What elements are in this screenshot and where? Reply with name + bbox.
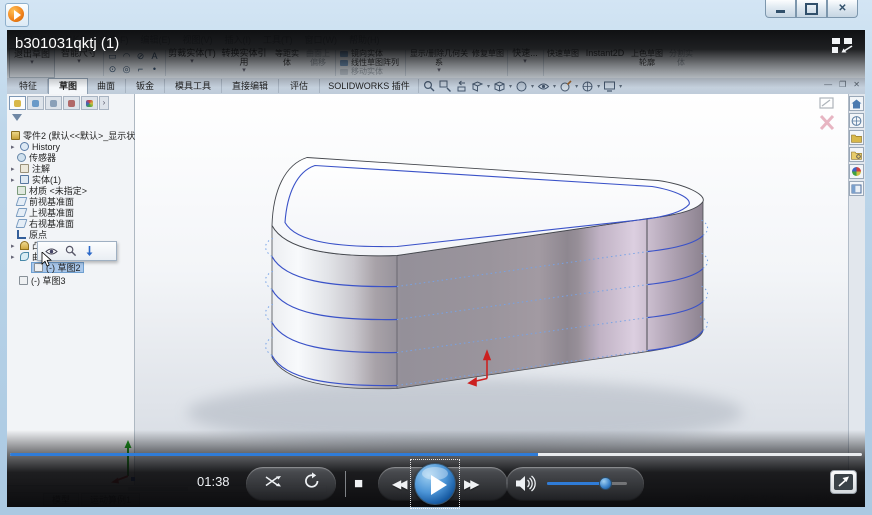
volume-fill: [547, 482, 605, 485]
close-icon: ✕: [838, 4, 846, 14]
chevron-right-icon: ›: [100, 97, 108, 109]
sensors-icon: [17, 153, 26, 162]
confirm-sketch-icon: [820, 98, 833, 108]
tree-item-sketch2[interactable]: (-) 草图2: [31, 262, 84, 273]
appearances-button[interactable]: [849, 164, 864, 179]
player-app-icon: [5, 3, 29, 27]
controls-divider: [345, 471, 346, 497]
design-library-button[interactable]: [849, 130, 864, 145]
tree-tabs-overflow[interactable]: ›: [99, 96, 109, 110]
featuremanager-tab[interactable]: [9, 96, 26, 110]
tree-root-part[interactable]: 零件2 (默认<<默认>_显示状: [11, 130, 135, 141]
curve-icon: [20, 252, 29, 261]
displaymanager-icon: [86, 100, 93, 107]
fullscreen-icon: [831, 471, 856, 493]
propertymanager-tab[interactable]: [27, 96, 44, 110]
volume-button[interactable]: [515, 474, 536, 493]
material-icon: [17, 186, 26, 195]
progress-fill: [10, 453, 538, 456]
tree-item-sketch3[interactable]: (-) 草图3: [19, 275, 66, 286]
expand-icon[interactable]: ▸: [11, 242, 17, 250]
main-area: › 零件2 (默认<<默认>_显示状 ▸ History 传感器 ▸: [7, 94, 865, 485]
boss-extrude-icon: [20, 241, 29, 250]
dimxpert-tab[interactable]: [63, 96, 80, 110]
dock-player-icon[interactable]: [831, 37, 855, 54]
mode-buttons-pill: [246, 467, 336, 501]
repeat-button[interactable]: [303, 472, 321, 490]
origin-icon: [17, 230, 26, 239]
close-button[interactable]: ✕: [827, 0, 858, 18]
play-badge-triangle-icon: [14, 10, 21, 20]
custom-properties-icon: [851, 184, 862, 194]
stop-button[interactable]: ■: [354, 475, 363, 492]
play-button-focus-ring: [410, 459, 460, 509]
home-tab-button[interactable]: [849, 96, 864, 111]
resources-globe-icon: [851, 116, 862, 126]
rewind-button[interactable]: ◀◀: [392, 477, 404, 491]
video-overlay-bottom: 01:38 ■ ◀◀ ▶▶: [7, 430, 865, 507]
appearances-icon: [852, 167, 861, 176]
dimxpert-icon: [68, 100, 75, 107]
minimize-icon: [776, 10, 785, 13]
custom-properties-button[interactable]: [849, 181, 864, 196]
graphics-viewport[interactable]: [135, 94, 848, 485]
volume-slider[interactable]: [547, 482, 627, 485]
history-icon: [20, 142, 29, 151]
cancel-sketch-icon: [821, 116, 833, 129]
solidworks-resources-button[interactable]: [849, 113, 864, 128]
window-controls: ✕: [765, 0, 858, 18]
home-icon: [851, 99, 862, 109]
displaymanager-tab[interactable]: [81, 96, 98, 110]
mouse-cursor-icon: [41, 252, 52, 267]
design-library-icon: [851, 133, 862, 143]
confirmation-corner[interactable]: [816, 96, 838, 132]
titlebar: ✕: [0, 0, 872, 30]
play-button[interactable]: [414, 463, 456, 505]
zoom-to-selection-icon[interactable]: [65, 245, 77, 257]
shuffle-button[interactable]: [265, 474, 282, 489]
propertymanager-icon: [32, 100, 39, 107]
fullscreen-button[interactable]: [830, 470, 857, 494]
plane-icon: [16, 219, 28, 228]
maximize-icon: [805, 3, 818, 15]
tree-tab-strip: ›: [9, 96, 109, 110]
model-canvas: [135, 94, 848, 485]
configurationmanager-tab[interactable]: [45, 96, 62, 110]
video-overlay-top: b301031qktj (1): [7, 30, 865, 94]
expand-icon[interactable]: ▸: [11, 253, 17, 261]
maximize-button[interactable]: [796, 0, 827, 18]
annotations-icon: [20, 164, 29, 173]
featuremanager-icon: [14, 100, 21, 107]
play-icon: [415, 464, 457, 506]
file-explorer-button[interactable]: [849, 147, 864, 162]
playback-time: 01:38: [197, 474, 230, 489]
part-icon: [11, 131, 20, 140]
configurationmanager-icon: [50, 100, 57, 107]
plane-icon: [16, 197, 28, 206]
minimize-button[interactable]: [765, 0, 796, 18]
plane-icon: [16, 208, 28, 217]
expand-icon[interactable]: ▸: [11, 143, 17, 151]
feature-manager-tree: › 零件2 (默认<<默认>_显示状 ▸ History 传感器 ▸: [7, 94, 135, 485]
task-pane-strip: [848, 94, 865, 485]
sketch-icon: [19, 276, 28, 285]
solid-bodies-icon: [20, 175, 29, 184]
volume-thumb[interactable]: [599, 477, 612, 490]
normal-to-icon[interactable]: [84, 245, 95, 257]
forward-button[interactable]: ▶▶: [464, 477, 476, 491]
file-explorer-icon: [851, 150, 862, 160]
filter-icon[interactable]: [12, 114, 22, 121]
expand-icon[interactable]: ▸: [11, 176, 17, 184]
progress-bar[interactable]: [10, 453, 862, 456]
expand-icon[interactable]: ▸: [11, 165, 17, 173]
video-player-window: ✕ SOLIDWORKS 文件(F) 编辑(E) 视图(V) 插入(I) 工具(…: [0, 0, 872, 515]
video-title: b301031qktj (1): [15, 35, 119, 52]
